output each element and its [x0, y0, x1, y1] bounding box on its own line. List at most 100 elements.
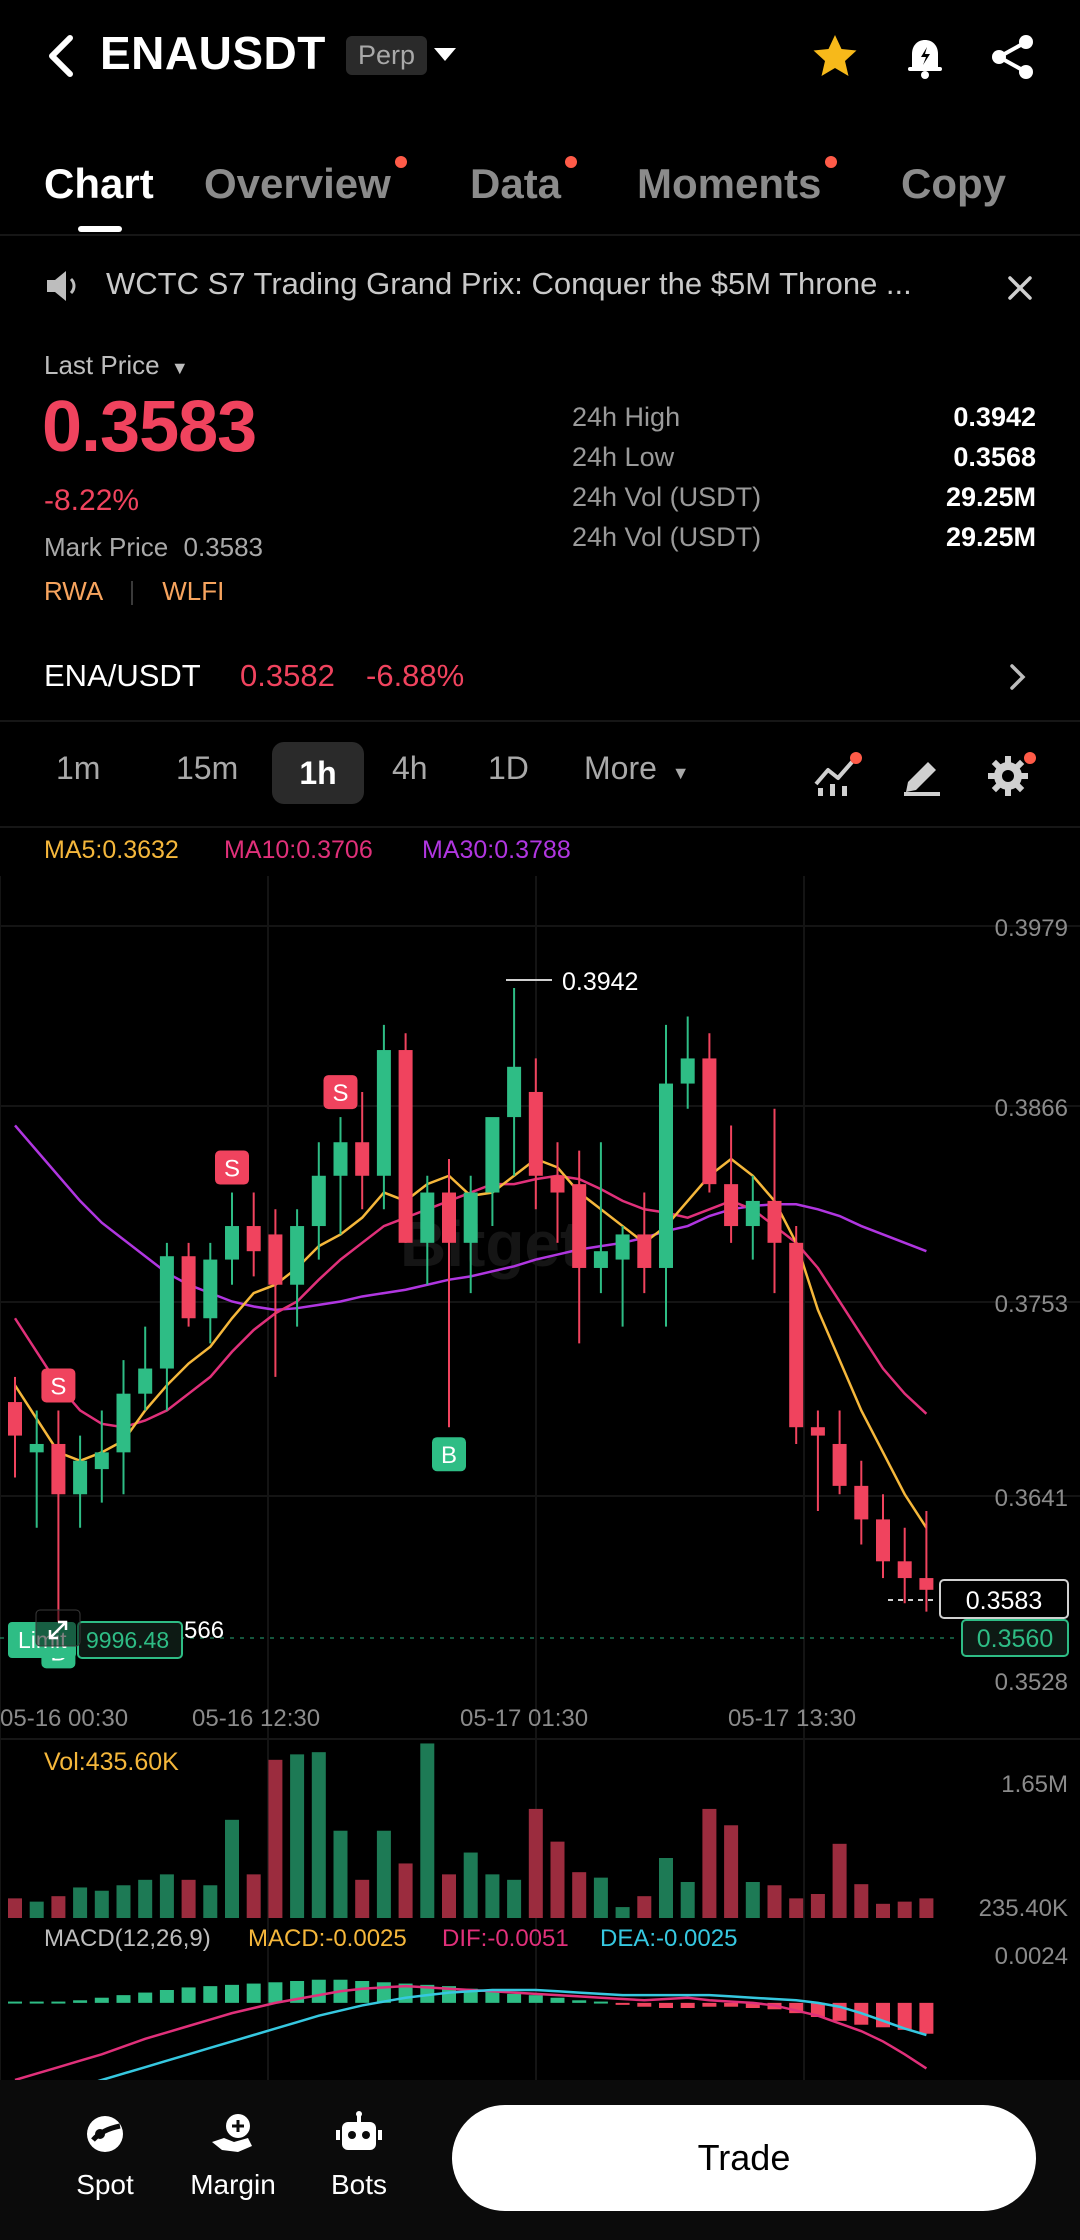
- candles: [8, 988, 934, 1629]
- macd-bar: [485, 1991, 500, 2003]
- candle: [94, 1452, 109, 1470]
- order-price-fragment: 566: [184, 1617, 224, 1644]
- volume-bar: [311, 1752, 326, 1918]
- macd-bar: [355, 1981, 370, 2003]
- y-tick: 0.3979: [995, 915, 1068, 942]
- candle: [225, 1226, 239, 1260]
- spot-icon: [87, 2116, 123, 2152]
- candle: [138, 1368, 153, 1394]
- margin-label: Margin: [190, 2169, 276, 2200]
- speaker-icon: [47, 271, 76, 301]
- indicator-icon[interactable]: [812, 752, 862, 798]
- candle: [767, 1200, 782, 1243]
- stat-value: 29.25M: [945, 482, 1036, 512]
- vol-tick: 235.40K: [979, 1895, 1068, 1922]
- share-icon[interactable]: [986, 30, 1040, 84]
- macd-bar: [659, 2002, 673, 2008]
- dropdown-icon: ▼: [170, 358, 189, 378]
- stat-value: 0.3568: [953, 442, 1036, 472]
- price-type-selector[interactable]: Last Price ▼: [44, 350, 189, 381]
- symbol-title[interactable]: ENAUSDT: [100, 26, 326, 80]
- announcement-banner[interactable]: WCTC S7 Trading Grand Prix: Conquer the …: [0, 236, 1080, 336]
- candle: [376, 1050, 391, 1176]
- macd-bar: [507, 1993, 522, 2003]
- bots-button[interactable]: Bots: [304, 2110, 414, 2201]
- candle: [876, 1519, 890, 1562]
- bots-label: Bots: [330, 2169, 388, 2200]
- tag-rwa[interactable]: RWA: [44, 576, 102, 606]
- tab-data[interactable]: Data: [470, 156, 578, 208]
- symbol-dropdown-icon[interactable]: [434, 48, 456, 61]
- volume-bar: [810, 1894, 825, 1918]
- candle: [485, 1117, 500, 1193]
- candle: [810, 1427, 825, 1436]
- interval-more[interactable]: More ▼: [584, 750, 690, 787]
- tag-wlfi[interactable]: WLFI: [162, 576, 224, 606]
- candle: [702, 1058, 717, 1185]
- pair-change: -6.88%: [366, 658, 465, 693]
- volume-bar: [376, 1830, 391, 1918]
- volume-bar: [159, 1874, 174, 1918]
- volume-bar: [745, 1882, 760, 1918]
- macd-bar: [268, 1982, 283, 2003]
- candle: [593, 1251, 608, 1268]
- tab-copy[interactable]: Copy: [901, 160, 1006, 208]
- volume-bar: [246, 1874, 261, 1918]
- macd-bar: [51, 2001, 66, 2004]
- margin-button[interactable]: Margin: [178, 2110, 288, 2201]
- announcement-text[interactable]: WCTC S7 Trading Grand Prix: Conquer the …: [106, 266, 912, 302]
- trade-marker-label: S: [332, 1080, 348, 1107]
- candle: [680, 1058, 695, 1084]
- contract-type-badge: Perp: [346, 36, 428, 75]
- tab-moments[interactable]: Moments: [637, 156, 838, 208]
- volume-bar: [73, 1887, 88, 1918]
- candle: [355, 1142, 370, 1176]
- candle: [268, 1234, 283, 1285]
- close-icon[interactable]: [1004, 272, 1036, 304]
- chart-canvas[interactable]: Bitget SSSBB MA5:0.3632 MA10:0.3706 MA30…: [0, 826, 1080, 2107]
- candle: [420, 1192, 435, 1243]
- macd-value: MACD:-0.0025: [248, 1925, 407, 1952]
- price-summary: Last Price ▼ 0.3583 -8.22% Mark Price 0.…: [0, 336, 1080, 626]
- candle: [159, 1256, 174, 1369]
- interval-15m[interactable]: 15m: [176, 750, 238, 787]
- spot-pair-row[interactable]: ENA/USDT 0.3582 -6.88%: [0, 636, 1080, 720]
- ma5-legend: MA5:0.3632: [44, 836, 179, 864]
- margin-icon: [212, 2114, 252, 2152]
- macd-tick: 0.0024: [995, 1943, 1068, 1970]
- volume-bar: [138, 1879, 153, 1918]
- tab-overview[interactable]: Overview: [204, 156, 407, 208]
- header-bar: ENAUSDT Perp: [0, 0, 1080, 112]
- volume-bar: [442, 1874, 456, 1918]
- volume-bar: [593, 1877, 608, 1918]
- notification-dot: [825, 156, 838, 168]
- volume-bar: [637, 1896, 652, 1918]
- macd-bar: [593, 2001, 608, 2004]
- volume-bar: [116, 1885, 131, 1918]
- main-tabs: Chart Overview Data Moments Copy: [0, 140, 1080, 236]
- spot-button[interactable]: Spot: [50, 2110, 160, 2201]
- interval-1h[interactable]: 1h: [272, 742, 364, 804]
- candle: [724, 1184, 739, 1227]
- expand-icon[interactable]: [35, 1609, 81, 1647]
- price-chart[interactable]: Bitget SSSBB MA5:0.3632 MA10:0.3706 MA30…: [0, 826, 1080, 2107]
- tab-chart[interactable]: Chart: [44, 160, 154, 208]
- volume-bar: [876, 1903, 890, 1918]
- back-arrow-icon[interactable]: [42, 30, 82, 82]
- candle: [51, 1443, 66, 1495]
- notification-dot: [565, 156, 578, 168]
- candle: [528, 1091, 543, 1176]
- candle: [854, 1485, 869, 1520]
- pencil-icon[interactable]: [900, 752, 944, 798]
- gear-icon[interactable]: [986, 750, 1038, 800]
- volume-bar: [702, 1808, 717, 1918]
- bell-icon[interactable]: [898, 30, 952, 84]
- ma10-legend: MA10:0.3706: [224, 836, 373, 864]
- interval-4h[interactable]: 4h: [392, 750, 428, 787]
- dea-value: DEA:-0.0025: [600, 1925, 737, 1952]
- trade-button[interactable]: Trade: [452, 2105, 1036, 2211]
- star-icon[interactable]: [808, 30, 862, 84]
- candle: [507, 1066, 522, 1118]
- interval-1m[interactable]: 1m: [56, 750, 100, 787]
- interval-1d[interactable]: 1D: [488, 750, 529, 787]
